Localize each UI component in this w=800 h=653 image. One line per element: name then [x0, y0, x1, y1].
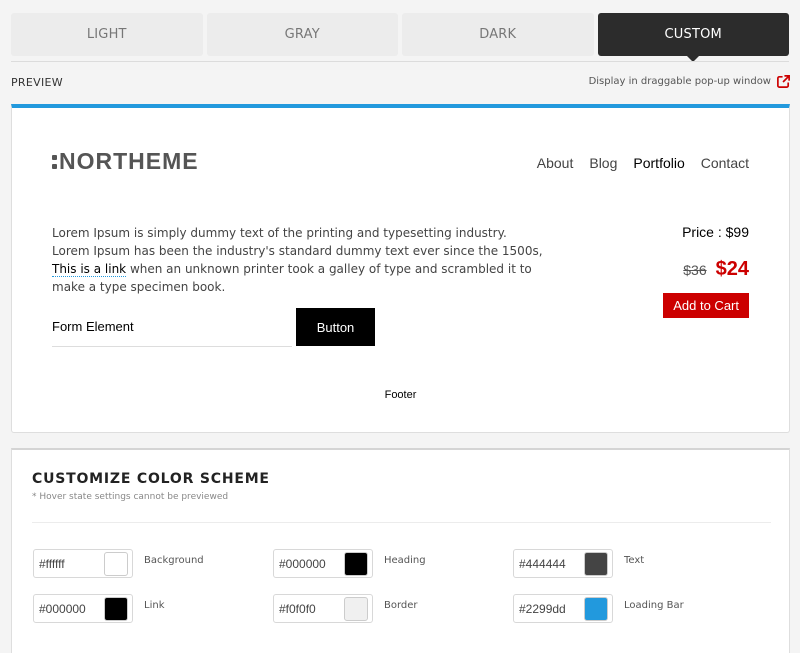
hex-value: #f0f0f0	[279, 601, 316, 616]
price-box: Price : $99 $36 $24 Add to Cart	[663, 224, 749, 318]
color-chip[interactable]	[344, 596, 368, 621]
swatch-label: Text	[624, 555, 645, 566]
swatch-link: #000000 Link	[33, 594, 273, 623]
hex-value: #000000	[39, 601, 86, 616]
divider	[32, 522, 771, 523]
price-row: $36 $24	[663, 258, 749, 281]
swatch-grid: #ffffff Background #000000 Heading #4444…	[33, 549, 753, 623]
customize-panel: CUSTOMIZE COLOR SCHEME * Hover state set…	[11, 448, 790, 653]
customize-title: CUSTOMIZE COLOR SCHEME	[32, 471, 270, 487]
logo-text: NORTHEME	[59, 148, 199, 174]
hover-note: * Hover state settings cannot be preview…	[32, 492, 229, 502]
preview-panel: NORTHEME About Blog Portfolio Contact Lo…	[11, 104, 790, 433]
old-price: $36	[683, 262, 707, 278]
body-text: Lorem Ipsum is simply dummy text of the …	[52, 224, 547, 296]
popup-link-label: Display in draggable pop-up window	[588, 76, 771, 87]
hex-value: #444444	[519, 556, 566, 571]
color-input-heading[interactable]: #000000	[273, 549, 373, 578]
form-row: Form Element Button	[52, 303, 375, 347]
swatch-label: Loading Bar	[624, 600, 684, 611]
nav-blog[interactable]: Blog	[589, 155, 617, 171]
color-chip[interactable]	[584, 551, 608, 576]
add-to-cart-button[interactable]: Add to Cart	[663, 293, 749, 318]
tab-gray[interactable]: GRAY	[206, 13, 398, 56]
body-text-part: Lorem Ipsum is simply dummy text of the …	[52, 226, 543, 258]
tabs-divider	[11, 61, 789, 62]
nav-contact[interactable]: Contact	[701, 155, 749, 171]
theme-tabs: LIGHT GRAY DARK CUSTOM	[11, 13, 789, 62]
tab-light[interactable]: LIGHT	[11, 13, 203, 56]
color-input-link[interactable]: #000000	[33, 594, 133, 623]
swatch-background: #ffffff Background	[33, 549, 273, 578]
swatch-label: Border	[384, 600, 418, 611]
new-price: $24	[715, 258, 749, 280]
popup-window-link[interactable]: Display in draggable pop-up window	[589, 74, 791, 89]
swatch-text: #444444 Text	[513, 549, 753, 578]
body-link[interactable]: This is a link	[52, 262, 127, 277]
swatch-label: Background	[144, 555, 204, 566]
swatch-border: #f0f0f0 Border	[273, 594, 513, 623]
preview-nav: About Blog Portfolio Contact	[537, 155, 749, 171]
preview-button[interactable]: Button	[296, 308, 375, 346]
color-chip[interactable]	[584, 596, 608, 621]
footer-text: Footer	[384, 389, 417, 401]
hex-value: #000000	[279, 556, 326, 571]
color-chip[interactable]	[344, 551, 368, 576]
swatch-label: Link	[144, 600, 165, 611]
preview-title: PREVIEW	[11, 76, 63, 89]
color-input-border[interactable]: #f0f0f0	[273, 594, 373, 623]
hex-value: #ffffff	[39, 556, 65, 571]
hex-value: #2299dd	[519, 601, 566, 616]
swatch-heading: #000000 Heading	[273, 549, 513, 578]
color-input-text[interactable]: #444444	[513, 549, 613, 578]
swatch-label: Heading	[384, 555, 426, 566]
price-label: Price : $99	[682, 224, 749, 240]
tab-custom[interactable]: CUSTOM	[597, 13, 789, 62]
nav-about[interactable]: About	[537, 155, 574, 171]
color-input-background[interactable]: #ffffff	[33, 549, 133, 578]
swatch-loading-bar: #2299dd Loading Bar	[513, 594, 753, 623]
tab-dark[interactable]: DARK	[402, 13, 594, 56]
external-link-icon	[777, 75, 790, 88]
nav-portfolio[interactable]: Portfolio	[633, 155, 684, 171]
logo: NORTHEME	[52, 148, 199, 175]
form-element-input[interactable]: Form Element	[52, 303, 292, 347]
color-input-loading-bar[interactable]: #2299dd	[513, 594, 613, 623]
color-chip[interactable]	[104, 551, 128, 576]
color-chip[interactable]	[104, 596, 128, 621]
